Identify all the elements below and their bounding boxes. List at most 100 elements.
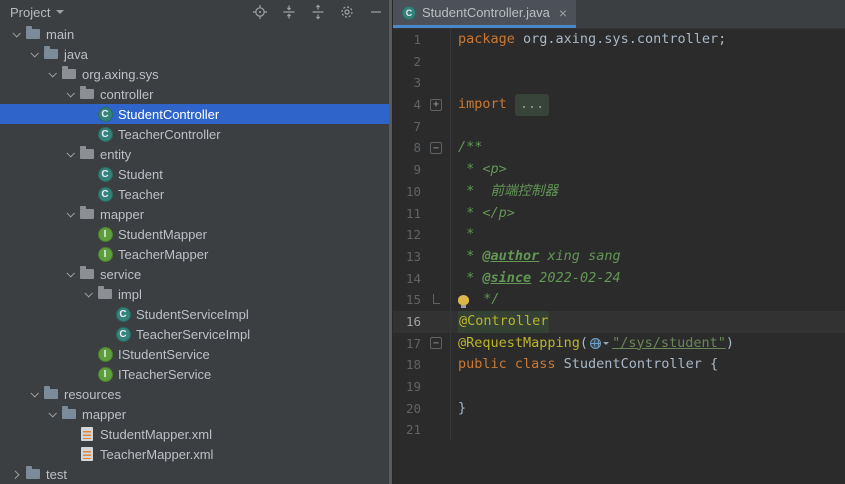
tree-item-label: IStudentService — [118, 346, 210, 362]
tree-item-istudentservice[interactable]: I IStudentService — [0, 344, 392, 364]
code-line[interactable]: 4 + import ... — [393, 94, 845, 116]
code-line[interactable]: 7 — [393, 115, 845, 138]
tree-item-label: entity — [100, 146, 132, 162]
gutter — [427, 224, 451, 246]
code-line[interactable]: 19 — [393, 376, 845, 398]
tree-item-label: TeacherServiceImpl — [136, 326, 251, 342]
code-line[interactable]: 8− /** — [393, 137, 845, 160]
code-line[interactable]: 13 * @author xing sang — [393, 245, 845, 268]
globe-glyph — [590, 337, 602, 349]
code-line[interactable]: 14 * @since 2022-02-24 — [393, 267, 845, 290]
tree-item-org-axing-sys[interactable]: org.axing.sys — [0, 64, 392, 84]
code-line[interactable]: 20} — [393, 397, 845, 420]
folder-glyph — [62, 406, 76, 419]
code-line-current[interactable]: 16 @Controller — [393, 310, 845, 333]
class-icon: C — [402, 5, 416, 20]
chevron-glyph — [48, 69, 57, 78]
code-line[interactable]: 10 * 前端控制器 — [393, 180, 845, 203]
project-panel-header: Project — [0, 0, 392, 24]
url-mapping-icon[interactable] — [590, 337, 610, 349]
project-dropdown-icon[interactable] — [56, 10, 65, 14]
chevron-down-icon[interactable] — [26, 49, 42, 58]
project-panel-title[interactable]: Project — [10, 5, 50, 20]
code-line[interactable]: 18 public class StudentController { — [393, 354, 845, 376]
chevron-down-icon[interactable] — [62, 269, 78, 278]
tree-item-label: ITeacherService — [118, 366, 212, 382]
code-line[interactable]: 21 — [393, 419, 845, 442]
tree-item-test[interactable]: test — [0, 464, 392, 484]
line-number: 21 — [405, 422, 421, 438]
tree-item-impl[interactable]: impl — [0, 284, 392, 304]
tree-item-teachermapper-xml[interactable]: TeacherMapper.xml — [0, 444, 392, 464]
tree-item-teacherserviceimpl[interactable]: C TeacherServiceImpl — [0, 324, 392, 344]
tree-item-teacher[interactable]: C Teacher — [0, 184, 392, 204]
package-glyph — [80, 266, 94, 279]
settings-icon[interactable] — [339, 4, 355, 20]
interface-glyph: I — [97, 366, 113, 382]
gutter: + — [427, 94, 451, 116]
chevron-right-icon[interactable] — [8, 470, 24, 479]
folded-region[interactable]: ... — [514, 94, 550, 116]
fold-collapse-icon[interactable]: − — [430, 337, 442, 350]
expand-all-icon[interactable] — [310, 4, 326, 20]
tree-item-java[interactable]: java — [0, 44, 392, 64]
tree-item-entity[interactable]: entity — [0, 144, 392, 164]
tree-item-teachermapper[interactable]: I TeacherMapper — [0, 244, 392, 264]
fold-collapse-icon[interactable]: − — [430, 142, 442, 155]
folder-glyph — [44, 46, 58, 59]
tree-item-student[interactable]: C Student — [0, 164, 392, 184]
tree-item-service[interactable]: service — [0, 264, 392, 284]
chevron-down-icon[interactable] — [44, 69, 60, 78]
tree-item-main[interactable]: main — [0, 24, 392, 44]
code-line[interactable]: 12 * — [393, 224, 845, 246]
code-line[interactable]: 15 */ — [393, 289, 845, 311]
tree-item-studentmapper-xml[interactable]: StudentMapper.xml — [0, 424, 392, 444]
project-scrollbar[interactable] — [389, 0, 392, 484]
intention-bulb-icon[interactable] — [458, 295, 469, 309]
class-icon: C — [97, 106, 113, 122]
editor-tab-studentcontroller[interactable]: C StudentController.java × — [393, 0, 577, 28]
tree-item-iteacherservice[interactable]: I ITeacherService — [0, 364, 392, 384]
xml-glyph — [81, 447, 93, 461]
tree-item-studentcontroller[interactable]: C StudentController — [0, 104, 392, 124]
code-line[interactable]: 1 package org.axing.sys.controller; — [393, 29, 845, 51]
code-text: @RequestMapping("/sys/student") — [451, 333, 734, 355]
tree-item-label: StudentServiceImpl — [136, 306, 249, 322]
locate-icon[interactable] — [252, 4, 268, 20]
fold-end-icon[interactable] — [433, 293, 440, 304]
code-line[interactable]: 3 — [393, 72, 845, 95]
code-editor[interactable]: 1 package org.axing.sys.controller; 2 3 4 + im… — [393, 29, 845, 484]
chevron-down-icon[interactable] — [26, 389, 42, 398]
tree-item-studentmapper[interactable]: I StudentMapper — [0, 224, 392, 244]
chevron-down-icon[interactable] — [44, 409, 60, 418]
token-doctag: @author — [482, 247, 540, 264]
chevron-down-icon[interactable] — [8, 29, 24, 38]
tree-item-mapper[interactable]: mapper — [0, 204, 392, 224]
collapse-all-icon[interactable] — [281, 4, 297, 20]
hide-panel-icon[interactable] — [368, 4, 384, 20]
interface-glyph: I — [97, 246, 113, 262]
chevron-down-icon[interactable] — [62, 209, 78, 218]
chevron-down-icon[interactable] — [62, 149, 78, 158]
fold-expand-icon[interactable]: + — [430, 98, 442, 111]
code-line[interactable]: 9 * <p> — [393, 159, 845, 181]
code-line[interactable]: 17− @RequestMapping("/sys/student") — [393, 332, 845, 355]
tree-item-resources[interactable]: resources — [0, 384, 392, 404]
tab-close-icon[interactable]: × — [559, 6, 567, 20]
tree-item-controller[interactable]: controller — [0, 84, 392, 104]
tree-item-mapper[interactable]: mapper — [0, 404, 392, 424]
token-doc: * 前端控制器 — [458, 182, 559, 199]
code-line[interactable]: 2 — [393, 50, 845, 73]
chevron-down-icon[interactable] — [62, 89, 78, 98]
tree-item-label: mapper — [100, 206, 145, 222]
editor-tab-bar: C StudentController.java × — [393, 0, 845, 29]
line-number: 15 — [405, 292, 421, 308]
xml-icon — [79, 446, 95, 462]
code-text: * 前端控制器 — [451, 181, 558, 203]
line-number: 11 — [405, 205, 421, 221]
code-line[interactable]: 11 * </p> — [393, 202, 845, 225]
chevron-down-icon[interactable] — [80, 289, 96, 298]
tree-item-studentserviceimpl[interactable]: C StudentServiceImpl — [0, 304, 392, 324]
tree-item-teachercontroller[interactable]: C TeacherController — [0, 124, 392, 144]
line-number: 13 — [405, 248, 421, 264]
